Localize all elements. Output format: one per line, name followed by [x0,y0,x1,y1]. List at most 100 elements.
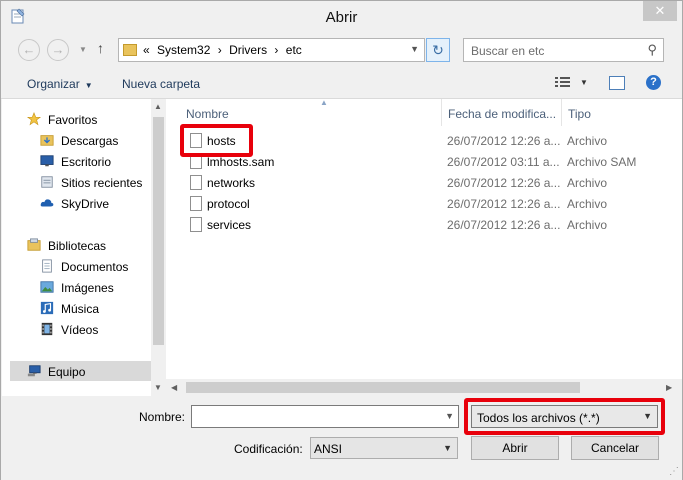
organize-label: Organizar [27,77,80,91]
nav-item-label: Documentos [61,260,129,274]
nav-item-label: Sitios recientes [61,176,143,190]
column-header-type[interactable]: Tipo [562,99,664,126]
star-icon [26,112,42,126]
scroll-down-icon[interactable]: ▼ [154,383,162,392]
file-row[interactable]: networks 26/07/2012 12:26 a... Archivo [180,173,660,193]
file-type: Archivo [567,218,608,232]
libraries-icon [27,238,41,251]
file-icon [190,175,202,190]
column-header-date[interactable]: Fecha de modifica... [442,99,562,126]
breadcrumb: « System32 › Drivers › etc [143,43,306,57]
new-folder-button[interactable]: Nueva carpeta [122,77,200,91]
downloads-folder-icon [40,135,54,146]
column-header-label: Tipo [568,107,591,121]
encoding-value: ANSI [314,442,343,456]
cancel-button[interactable]: Cancelar [571,436,659,460]
file-date: 26/07/2012 12:26 a... [447,197,561,211]
refresh-button[interactable]: ↻ [426,38,450,62]
file-type: Archivo SAM [567,155,637,169]
breadcrumb-drivers[interactable]: Drivers [229,43,267,57]
breadcrumb-etc[interactable]: etc [286,43,302,57]
nav-favorites-label: Favoritos [48,113,98,127]
videos-icon [41,322,53,336]
address-bar[interactable]: « System32 › Drivers › etc ▼ [118,38,425,62]
pictures-icon [40,281,54,293]
file-row[interactable]: services 26/07/2012 12:26 a... Archivo [180,215,660,235]
file-name: networks [207,176,256,190]
file-name: lmhosts.sam [207,155,275,169]
search-icon[interactable]: ⚲ [647,42,657,58]
breadcrumb-separator[interactable]: › [218,43,222,57]
breadcrumb-system32[interactable]: System32 [157,43,210,57]
nav-item-label: Imágenes [61,281,114,295]
column-header-name[interactable]: Nombre ▲ [180,98,442,126]
breadcrumb-overflow[interactable]: « [143,43,150,57]
column-header-label: Nombre [186,107,229,121]
nav-item-label: Escritorio [61,155,112,169]
filename-label: Nombre: [139,410,186,424]
file-name: services [207,218,252,232]
encoding-label: Codificación: [234,442,303,456]
help-icon[interactable]: ? [646,75,661,90]
recent-locations-chevron-icon[interactable]: ▼ [79,45,87,54]
file-date: 26/07/2012 12:26 a... [447,176,561,190]
title-bar: Abrir ✕ [1,1,682,32]
horizontal-scrollbar[interactable]: ◀ ▶ [166,379,682,396]
desktop-icon [40,155,54,167]
file-list: Nombre ▲ Fecha de modifica... Tipo hosts… [166,98,682,396]
scrollbar-thumb[interactable] [153,117,164,345]
file-type: Archivo [567,176,608,190]
folder-icon [123,44,137,56]
skydrive-cloud-icon [40,199,54,207]
hosts-highlight-box [180,124,253,157]
scrollbar-thumb[interactable] [186,382,580,393]
computer-icon [27,365,41,377]
breadcrumb-separator[interactable]: › [274,43,278,57]
filter-highlight-box [464,398,665,435]
close-button[interactable]: ✕ [643,1,677,21]
search-placeholder: Buscar en etc [471,44,545,58]
column-header-label: Fecha de modifica... [448,107,557,121]
nav-scrollbar[interactable]: ▲ ▼ [151,99,166,396]
forward-button[interactable]: → [47,39,69,61]
filename-input[interactable]: ▼ [191,405,459,428]
address-dropdown-icon[interactable]: ▼ [410,44,419,54]
file-row[interactable]: protocol 26/07/2012 12:26 a... Archivo [180,194,660,214]
nav-equipo-label: Equipo [48,365,86,379]
resize-grip-icon[interactable]: ⋰ [669,466,679,477]
encoding-select[interactable]: ANSI ▼ [310,437,458,459]
nav-item-label: Descargas [61,134,119,148]
chevron-down-icon: ▼ [443,443,452,453]
nav-libraries-label: Bibliotecas [48,239,107,253]
sort-ascending-icon: ▲ [320,98,328,107]
file-date: 26/07/2012 12:26 a... [447,218,561,232]
file-icon [190,217,202,232]
dialog-footer: Nombre: ▼ Todos los archivos (*.*) ▼ Cod… [1,397,682,480]
filename-dropdown-icon[interactable]: ▼ [445,411,454,421]
view-dropdown-icon[interactable]: ▼ [580,78,588,87]
nav-item-label: Música [61,302,100,316]
music-icon [40,301,54,315]
organize-menu[interactable]: Organizar ▼ [27,77,93,91]
window-title: Abrir [325,9,358,26]
chevron-down-icon: ▼ [84,81,93,90]
back-button[interactable]: ← [18,39,40,61]
navigation-bar: ← → ▼ ↑ « System32 › Drivers › etc ▼ ↻ B… [1,32,682,66]
preview-pane-icon[interactable] [609,76,625,90]
file-type: Archivo [567,197,608,211]
nav-item-label: SkyDrive [61,197,110,211]
view-options-icon[interactable] [555,76,571,89]
scroll-right-icon[interactable]: ▶ [666,383,672,392]
scroll-up-icon[interactable]: ▲ [154,102,162,111]
file-name: protocol [207,197,250,211]
up-button[interactable]: ↑ [97,40,104,56]
nav-item-label: Vídeos [61,323,99,337]
recent-places-icon [41,176,53,188]
documents-icon [42,259,52,273]
scroll-left-icon[interactable]: ◀ [171,383,177,392]
open-button[interactable]: Abrir [471,436,559,460]
file-type: Archivo [567,134,608,148]
search-input[interactable]: Buscar en etc ⚲ [463,38,664,62]
file-icon [190,196,202,211]
command-bar: Organizar ▼ Nueva carpeta ▼ ? [1,66,682,99]
